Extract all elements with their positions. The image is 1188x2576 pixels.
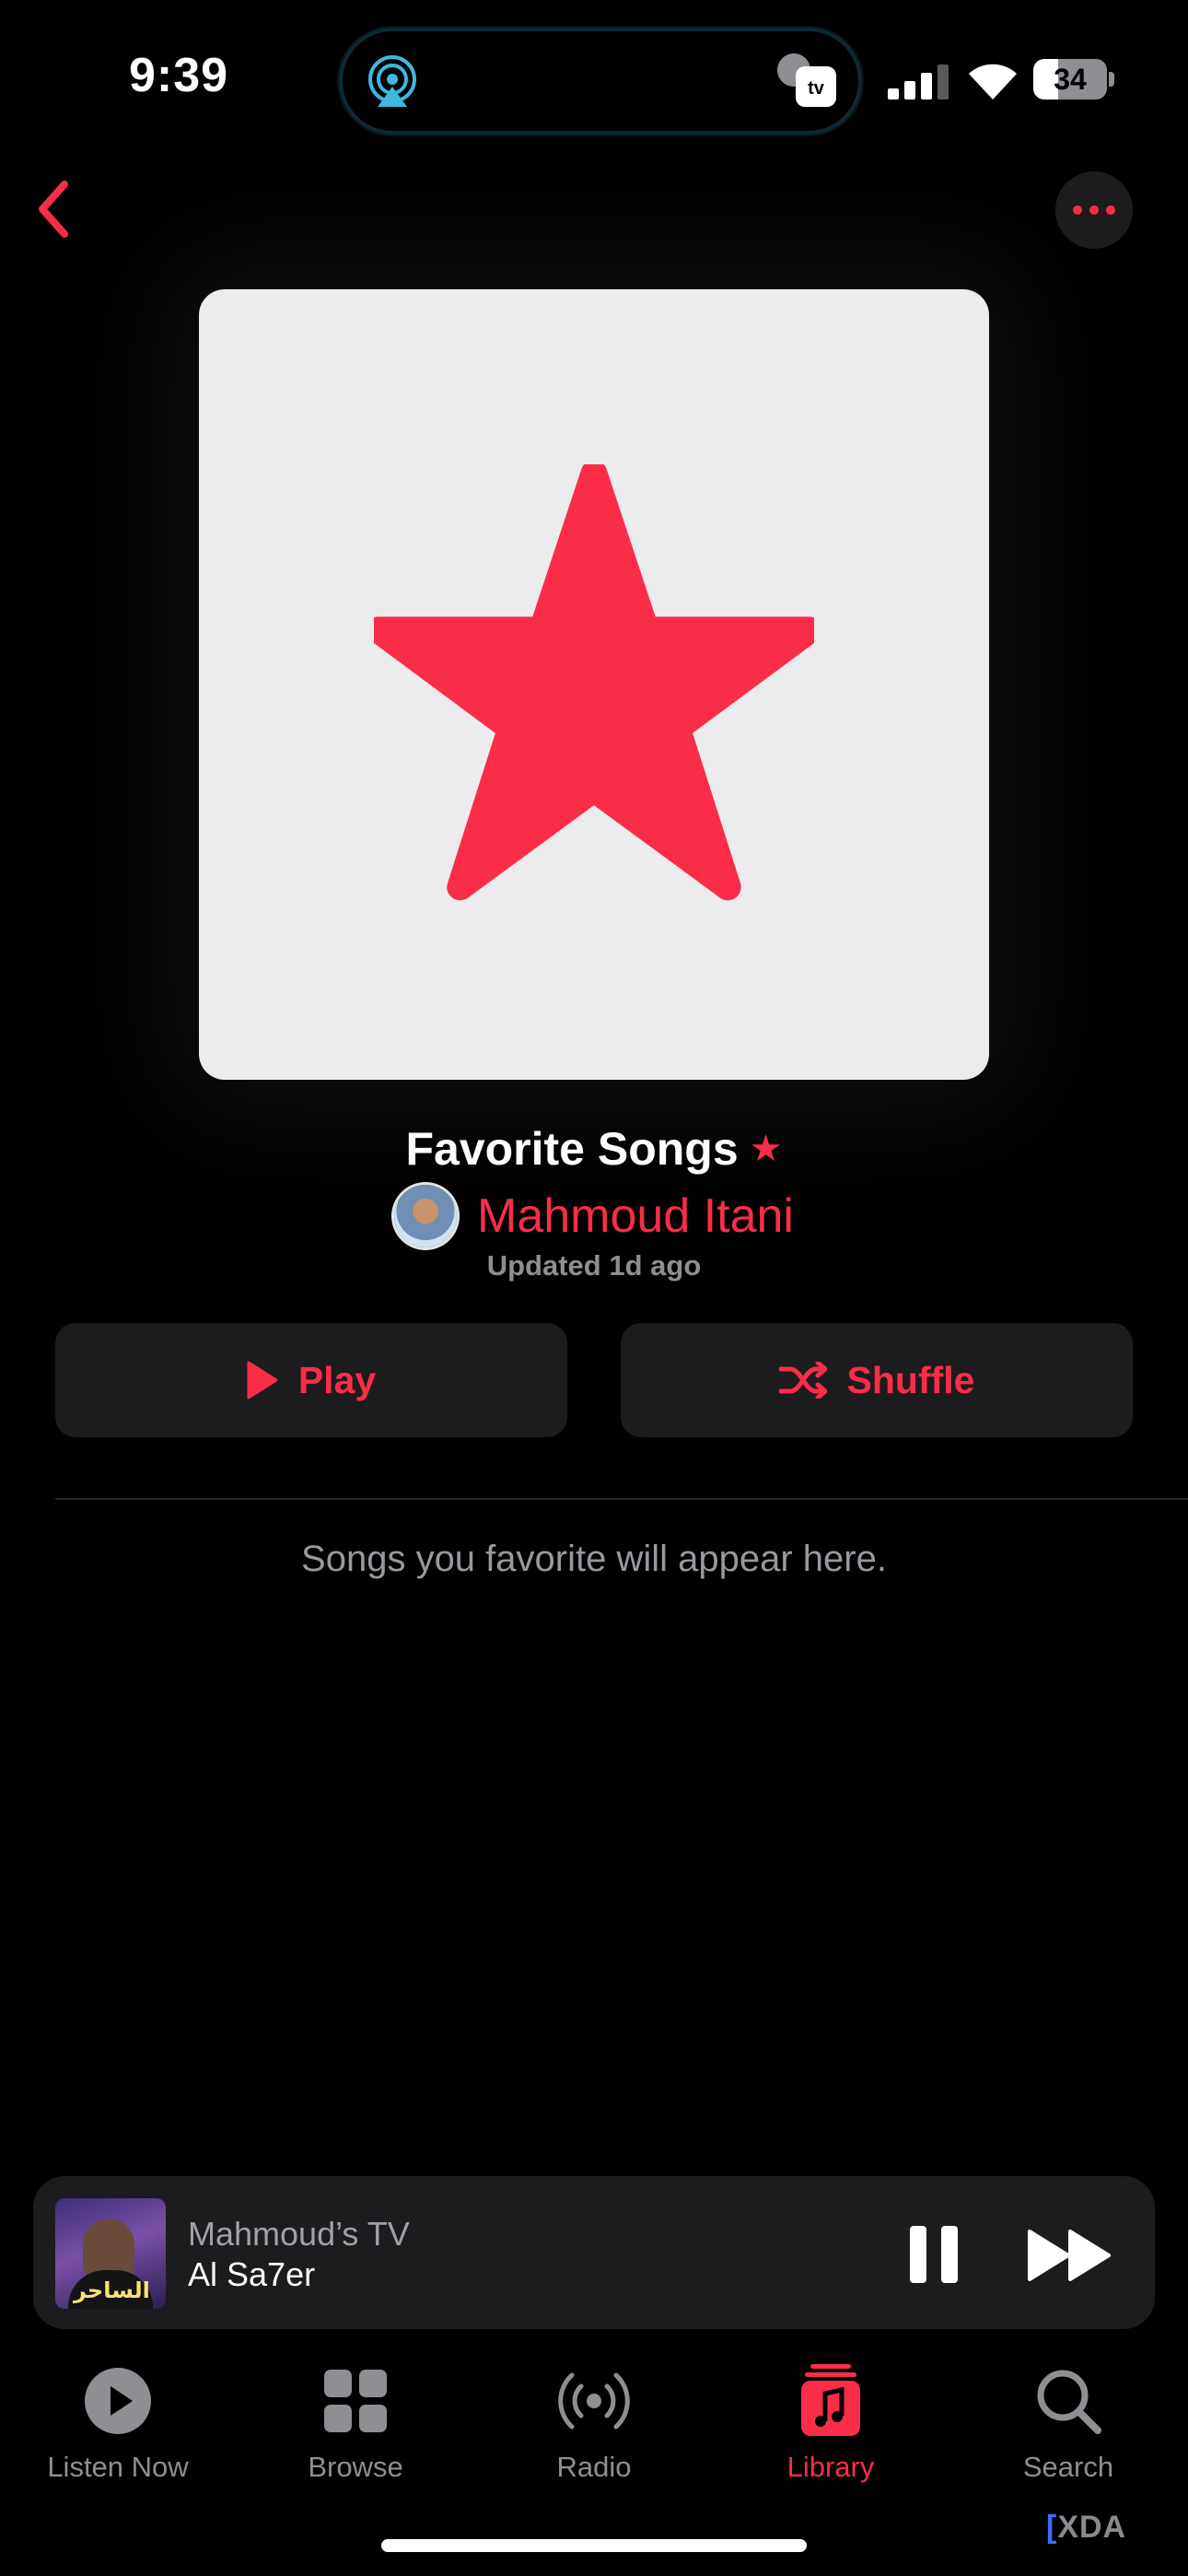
- tab-browse[interactable]: Browse: [250, 2364, 461, 2521]
- now-playing-source: Mahmoud’s TV: [188, 2215, 410, 2253]
- shuffle-icon: [778, 1362, 827, 1399]
- search-icon: [1037, 2370, 1101, 2434]
- battery-icon: 34: [1033, 59, 1116, 100]
- tab-label: Listen Now: [47, 2451, 189, 2483]
- airplay-icon: [368, 55, 416, 107]
- tab-label: Library: [786, 2451, 875, 2483]
- tab-search[interactable]: Search: [962, 2364, 1174, 2521]
- playlist-title-row: Favorite Songs ★: [0, 1122, 1188, 1176]
- favorite-star-icon: ★: [749, 1129, 783, 1169]
- xda-watermark: [XDA: [1046, 2510, 1126, 2546]
- cellular-signal-icon: [888, 64, 949, 100]
- playlist-title: Favorite Songs: [405, 1123, 739, 1175]
- shuffle-label: Shuffle: [846, 1358, 975, 1401]
- more-options-button[interactable]: [1055, 171, 1133, 249]
- avatar[interactable]: [394, 1185, 458, 1247]
- play-button[interactable]: Play: [55, 1323, 567, 1437]
- wifi-icon: [969, 64, 1017, 100]
- skip-forward-button[interactable]: [1026, 2228, 1114, 2283]
- curator-row[interactable]: Mahmoud Itani: [0, 1181, 1188, 1251]
- shuffle-button[interactable]: Shuffle: [621, 1323, 1133, 1437]
- artwork-text: الساحر: [74, 2278, 150, 2303]
- star-icon: [374, 464, 814, 901]
- playlist-artwork: [199, 289, 989, 1080]
- battery-percent: 34: [1054, 63, 1087, 96]
- tab-radio[interactable]: Radio: [488, 2364, 700, 2521]
- tab-library[interactable]: Library: [725, 2364, 937, 2521]
- tab-label: Radio: [556, 2451, 632, 2483]
- empty-state-message: Songs you favorite will appear here.: [301, 1539, 887, 1579]
- music-library-icon: [801, 2364, 860, 2436]
- updated-label: Updated 1d ago: [486, 1249, 702, 1282]
- now-playing-title: Al Sa7er: [188, 2255, 316, 2293]
- watermark-brand: XDA: [1057, 2510, 1127, 2545]
- tab-label: Search: [1022, 2451, 1114, 2483]
- watermark-bracket: [: [1046, 2510, 1058, 2545]
- tab-listen-now[interactable]: Listen Now: [12, 2364, 224, 2521]
- curator-name[interactable]: Mahmoud Itani: [477, 1188, 794, 1244]
- play-icon: [247, 1361, 278, 1399]
- pause-button[interactable]: [904, 2224, 963, 2285]
- ellipsis-icon: [1073, 205, 1115, 215]
- home-indicator[interactable]: [381, 2539, 807, 2552]
- mini-player[interactable]: الساحر Mahmoud’s TV Al Sa7er: [33, 2176, 1155, 2329]
- grid-icon: [324, 2370, 387, 2432]
- svg-text:tv: tv: [808, 78, 825, 99]
- back-button[interactable]: [28, 175, 83, 243]
- status-time: 9:39: [129, 49, 229, 102]
- play-circle-icon: [85, 2368, 151, 2434]
- tab-label: Browse: [308, 2451, 403, 2483]
- divider: [55, 1498, 1188, 1500]
- play-label: Play: [297, 1358, 377, 1401]
- now-playing-artwork[interactable]: الساحر: [55, 2198, 166, 2309]
- chevron-left-icon: [39, 181, 68, 238]
- apple-tv-icon: tv: [777, 53, 836, 107]
- radio-waves-icon: [558, 2372, 630, 2430]
